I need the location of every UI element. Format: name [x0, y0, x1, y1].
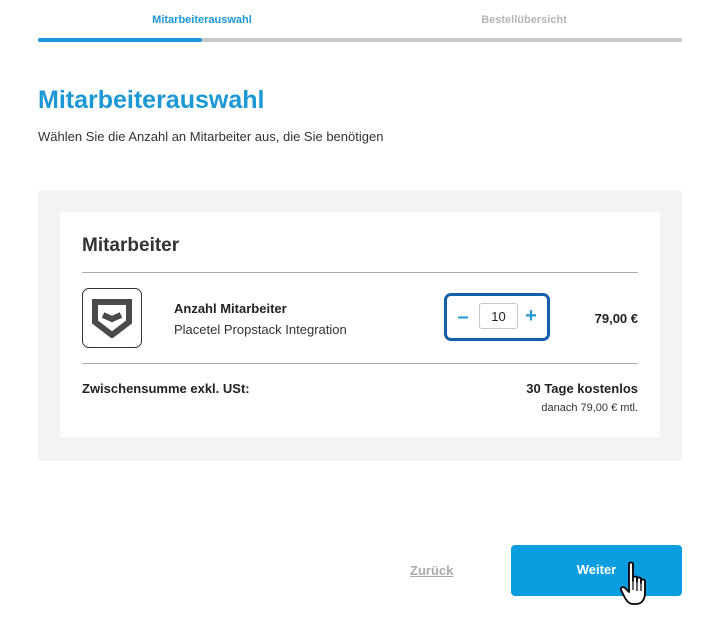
step-order-overview[interactable]: Bestellübersicht [366, 14, 682, 26]
page-title: Mitarbeiterauswahl [38, 86, 265, 114]
page-subtitle: Wählen Sie die Anzahl an Mitarbeiter aus… [38, 129, 384, 144]
item-description: Placetel Propstack Integration [174, 322, 347, 337]
shield-icon [82, 288, 142, 348]
progress-fill [38, 38, 203, 42]
subtotal-value: 30 Tage kostenlos [526, 381, 638, 396]
increment-button[interactable]: + [523, 305, 539, 327]
hand-cursor-icon [619, 561, 646, 605]
quantity-input[interactable] [479, 303, 518, 329]
subtotal-label: Zwischensumme exkl. USt: [82, 381, 250, 396]
divider [82, 272, 638, 273]
card-title: Mitarbeiter [82, 235, 180, 256]
step-employee-selection[interactable]: Mitarbeiterauswahl [38, 14, 366, 26]
subtotal-note: danach 79,00 € mtl. [541, 402, 638, 414]
item-name: Anzahl Mitarbeiter [174, 301, 287, 316]
selection-panel: Mitarbeiter Anzahl Mitarbeiter Placetel … [38, 190, 682, 461]
back-link[interactable]: Zurück [410, 563, 453, 578]
progress-steps: Mitarbeiterauswahl Bestellübersicht [38, 0, 682, 44]
quantity-stepper: – + [444, 293, 550, 341]
divider [82, 363, 638, 364]
employee-card: Mitarbeiter Anzahl Mitarbeiter Placetel … [60, 212, 660, 437]
item-price: 79,00 € [594, 311, 638, 326]
decrement-button[interactable]: – [455, 306, 471, 328]
progress-track [38, 38, 682, 42]
